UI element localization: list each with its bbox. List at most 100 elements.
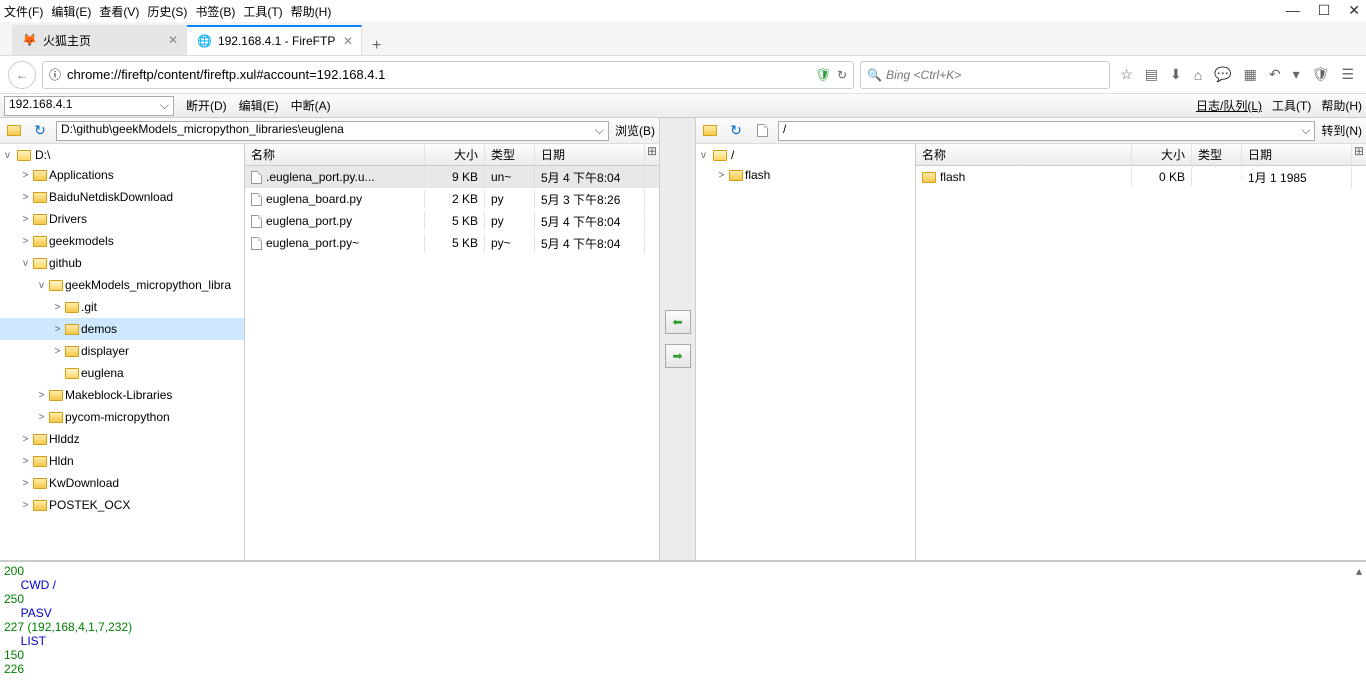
remote-newfile-icon[interactable] (752, 121, 772, 141)
col-menu-icon[interactable]: ⊞ (1352, 144, 1366, 165)
tree-item[interactable]: vgithub (0, 252, 244, 274)
tree-item[interactable]: >BaiduNetdiskDownload (0, 186, 244, 208)
expander-icon[interactable]: > (20, 434, 31, 445)
expander-icon[interactable]: > (20, 170, 31, 181)
expander-icon[interactable]: > (52, 302, 63, 313)
minimize-icon[interactable]: — (1286, 2, 1300, 19)
expander-icon[interactable]: > (20, 192, 31, 203)
expander-icon[interactable]: > (52, 324, 63, 335)
expander-icon[interactable]: v (2, 150, 13, 161)
col-name[interactable]: 名称 (245, 144, 425, 165)
info-icon[interactable]: ⓘ (49, 66, 61, 83)
drive-row[interactable]: v D:\ (0, 146, 244, 164)
grid-icon[interactable]: ▦ (1244, 66, 1257, 83)
tree-item[interactable]: euglena (0, 362, 244, 384)
expander-icon[interactable]: > (20, 214, 31, 225)
col-size[interactable]: 大小 (1132, 144, 1192, 165)
log-queue-button[interactable]: 日志/队列(L) (1196, 97, 1262, 114)
col-menu-icon[interactable]: ⊞ (645, 144, 659, 165)
col-type[interactable]: 类型 (1192, 144, 1242, 165)
expander-icon[interactable]: > (716, 170, 727, 181)
tools-button[interactable]: 工具(T) (1272, 97, 1311, 114)
tree-item[interactable]: >Drivers (0, 208, 244, 230)
menu-history[interactable]: 历史(S) (147, 3, 187, 20)
expander-icon[interactable]: > (36, 390, 47, 401)
menu-tools[interactable]: 工具(T) (243, 3, 282, 20)
list-row[interactable]: euglena_board.py2 KBpy5月 3 下午8:26 (245, 188, 659, 210)
remote-root-row[interactable]: v / (696, 146, 915, 164)
local-list-header[interactable]: 名称 大小 类型 日期 ⊞ (245, 144, 659, 166)
log-panel[interactable]: 200 CWD /250 PASV227 (192,168,4,1,7,232)… (0, 560, 1366, 680)
chat-icon[interactable]: 💬 (1214, 66, 1231, 83)
expander-icon[interactable]: > (20, 478, 31, 489)
tree-item[interactable]: >.git (0, 296, 244, 318)
tree-item[interactable]: >POSTEK_OCX (0, 494, 244, 516)
list-row[interactable]: .euglena_port.py.u...9 KBun~5月 4 下午8:04 (245, 166, 659, 188)
menu-view[interactable]: 查看(V) (99, 3, 139, 20)
remote-tree[interactable]: v / >flash (696, 144, 916, 560)
tree-item[interactable]: >Applications (0, 164, 244, 186)
tab-fireftp[interactable]: 🌐 192.168.4.1 - FireFTP ✕ (187, 25, 362, 55)
disconnect-button[interactable]: 断开(D) (186, 97, 227, 114)
account-select[interactable]: 192.168.4.1 (4, 96, 174, 116)
menu-bookmarks[interactable]: 书签(B) (195, 3, 235, 20)
downloads-icon[interactable]: ⬇ (1170, 66, 1182, 83)
menu-edit[interactable]: 编辑(E) (51, 3, 91, 20)
local-path-input[interactable]: D:\github\geekModels_micropython_librari… (56, 121, 609, 141)
tree-item[interactable]: >pycom-micropython (0, 406, 244, 428)
expander-icon[interactable]: v (20, 258, 31, 269)
tree-item[interactable]: >KwDownload (0, 472, 244, 494)
goto-button[interactable]: 转到(N) (1321, 122, 1362, 139)
protection-icon[interactable]: 🛡 (1312, 66, 1330, 83)
hamburger-icon[interactable]: ☰ (1341, 66, 1354, 83)
remote-list-header[interactable]: 名称 大小 类型 日期 ⊞ (916, 144, 1366, 166)
tree-item[interactable]: >Hldn (0, 450, 244, 472)
expander-icon[interactable]: > (20, 236, 31, 247)
col-size[interactable]: 大小 (425, 144, 485, 165)
remote-up-icon[interactable] (700, 121, 720, 141)
tree-item[interactable]: >flash (696, 164, 915, 186)
search-bar[interactable]: 🔍 (860, 61, 1110, 89)
expander-icon[interactable]: > (52, 346, 63, 357)
url-input[interactable] (67, 67, 809, 82)
tree-item[interactable]: vgeekModels_micropython_libra (0, 274, 244, 296)
download-button[interactable]: ⬅ (665, 310, 691, 334)
tree-item[interactable]: >demos (0, 318, 244, 340)
menu-help[interactable]: 帮助(H) (291, 3, 332, 20)
expander-icon[interactable]: v (36, 280, 47, 291)
list-row[interactable]: flash0 KB1月 1 1985 (916, 166, 1366, 188)
col-name[interactable]: 名称 (916, 144, 1132, 165)
maximize-icon[interactable]: ☐ (1318, 2, 1331, 19)
edit-button[interactable]: 编辑(E) (239, 97, 279, 114)
local-tree[interactable]: v D:\ >Applications>BaiduNetdiskDownload… (0, 144, 245, 560)
tree-item[interactable]: >displayer (0, 340, 244, 362)
expander-icon[interactable]: > (20, 456, 31, 467)
remote-path-input[interactable]: / (778, 121, 1315, 141)
local-refresh-icon[interactable]: ↻ (30, 121, 50, 141)
expander-icon[interactable]: v (698, 150, 709, 161)
menu-file[interactable]: 文件(F) (4, 3, 43, 20)
tab-close-icon[interactable]: ✕ (168, 33, 178, 47)
search-input[interactable] (886, 68, 1103, 82)
bookmark-star-icon[interactable]: ☆ (1120, 66, 1133, 83)
tree-item[interactable]: >Hlddz (0, 428, 244, 450)
local-up-icon[interactable] (4, 121, 24, 141)
tab-firefox-home[interactable]: 🦊 火狐主页 ✕ (12, 25, 187, 55)
shield-icon[interactable]: 🛡 (815, 67, 832, 83)
col-type[interactable]: 类型 (485, 144, 535, 165)
dropdown-icon[interactable]: ▾ (1293, 66, 1300, 83)
undo-icon[interactable]: ↶ (1269, 66, 1281, 83)
col-date[interactable]: 日期 (535, 144, 645, 165)
expander-icon[interactable]: > (20, 500, 31, 511)
remote-refresh-icon[interactable]: ↻ (726, 121, 746, 141)
list-row[interactable]: euglena_port.py~5 KBpy~5月 4 下午8:04 (245, 232, 659, 254)
url-bar[interactable]: ⓘ 🛡 ↻ (42, 61, 854, 89)
expander-icon[interactable] (52, 368, 63, 379)
home-icon[interactable]: ⌂ (1194, 67, 1202, 83)
browse-button[interactable]: 浏览(B) (615, 122, 655, 139)
col-date[interactable]: 日期 (1242, 144, 1352, 165)
back-button[interactable]: ← (8, 61, 36, 89)
abort-button[interactable]: 中断(A) (291, 97, 331, 114)
help-button[interactable]: 帮助(H) (1321, 97, 1362, 114)
tree-item[interactable]: >Makeblock-Libraries (0, 384, 244, 406)
